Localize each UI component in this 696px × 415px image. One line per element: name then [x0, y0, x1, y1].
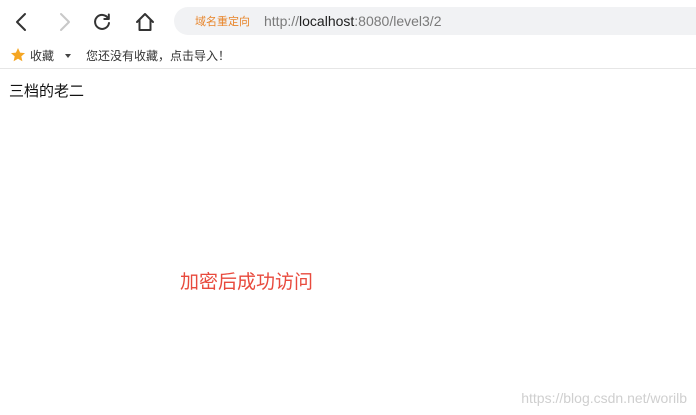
url-scheme: http://	[264, 13, 300, 29]
redirect-label: 域名重定向	[195, 15, 250, 28]
watermark: https://blog.csdn.net/worilb	[521, 390, 687, 406]
star-icon[interactable]	[10, 47, 26, 63]
home-icon	[136, 13, 154, 31]
back-arrow-icon	[16, 13, 26, 31]
url-text[interactable]: http://localhost:8080/level3/2	[264, 13, 441, 29]
forward-arrow-icon	[60, 13, 70, 31]
bookmarks-bar: 收藏 您还没有收藏，点击导入！	[0, 42, 696, 69]
back-button[interactable]	[8, 8, 36, 36]
bookmarks-import-link[interactable]: 您还没有收藏，点击导入！	[86, 47, 230, 64]
forward-button[interactable]	[50, 8, 78, 36]
reload-button[interactable]	[88, 8, 116, 36]
success-message: 加密后成功访问	[180, 271, 314, 293]
reload-icon	[94, 13, 110, 30]
browser-toolbar: 域名重定向 http://localhost:8080/level3/2	[0, 0, 696, 42]
favorites-button[interactable]: 收藏	[30, 47, 54, 64]
page-heading: 三档的老二	[9, 82, 85, 100]
chevron-down-icon[interactable]	[65, 54, 71, 58]
url-path: :8080/level3/2	[354, 13, 442, 29]
home-button[interactable]	[131, 8, 159, 36]
address-bar[interactable]: 域名重定向 http://localhost:8080/level3/2	[174, 7, 696, 35]
url-host: localhost	[299, 13, 355, 29]
